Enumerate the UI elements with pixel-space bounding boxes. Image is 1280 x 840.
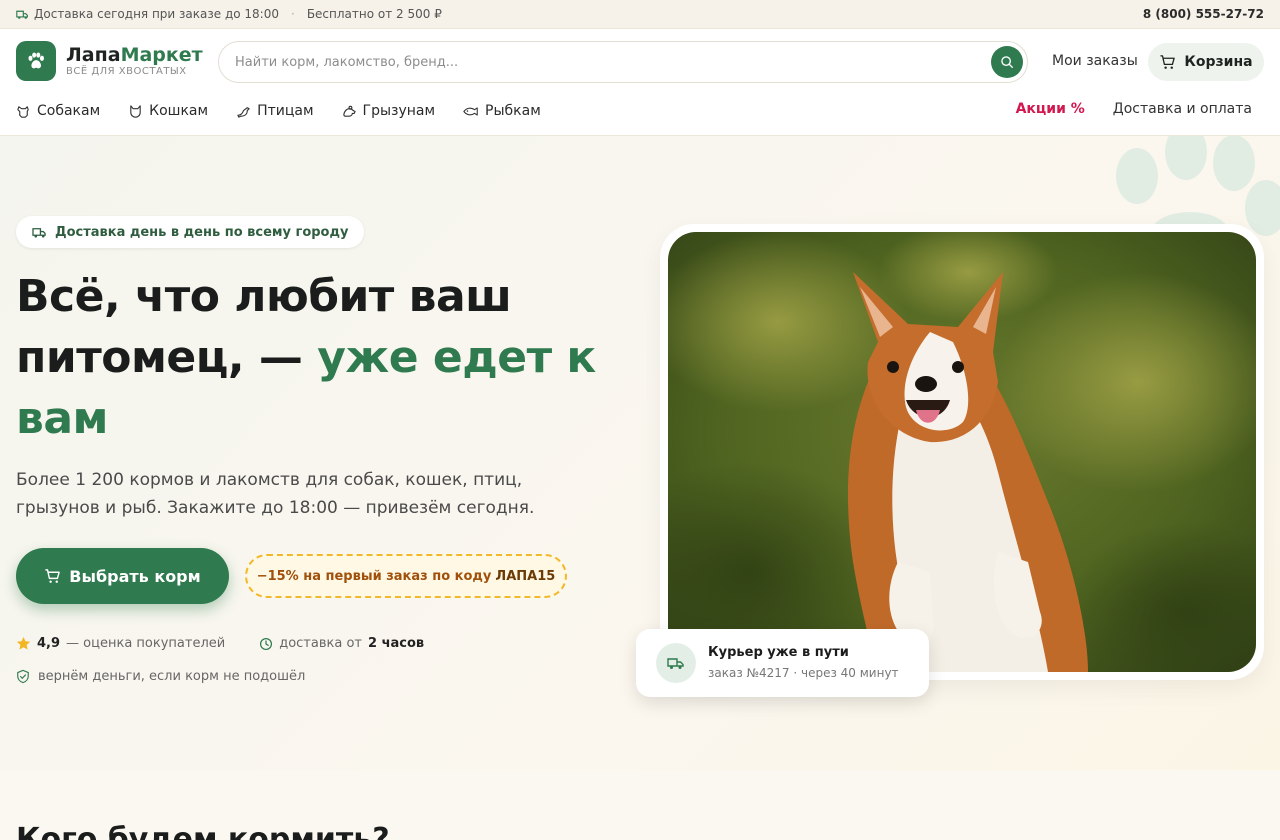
delivery-time: 2 часов (368, 636, 425, 651)
my-orders-link[interactable]: Мои заказы (1052, 53, 1138, 69)
header: ЛапаМаркет ВСЁ ДЛЯ ХВОСТАТЫХ Мои заказы … (0, 29, 1280, 136)
category-nav: Собакам Кошкам Птицам Грызунам Рыбкам (16, 101, 569, 121)
star-icon (16, 636, 31, 650)
fish-icon (463, 106, 478, 116)
rating-and-delivery: 4,9 — оценка покупателей доставка от 2 ч… (16, 636, 430, 651)
search-bar (218, 41, 1028, 83)
section-title: Кого будем кормить? (16, 822, 390, 840)
brand-name: ЛапаМаркет (66, 44, 203, 66)
courier-title: Курьер уже в пути (708, 645, 849, 660)
nav-right: Акции % Доставка и оплата (1016, 101, 1252, 117)
truck-icon (16, 10, 28, 19)
cart-button[interactable]: Корзина (1148, 43, 1264, 81)
hero-photo-frame (660, 224, 1264, 680)
cart-icon (45, 568, 61, 583)
nav-item-dogs[interactable]: Собакам (16, 103, 100, 119)
choose-food-button[interactable]: Выбрать корм (16, 548, 229, 604)
promo-code: ЛАПА15 (495, 568, 556, 584)
cat-icon (130, 104, 141, 118)
nav-item-fish[interactable]: Рыбкам (463, 103, 541, 119)
hero-section: Доставка день в день по всему городу Всё… (0, 136, 1280, 770)
rating-value: 4,9 (37, 636, 61, 651)
rodent-icon (342, 105, 356, 117)
clock-icon (260, 637, 273, 650)
cart-label: Корзина (1184, 54, 1253, 70)
same-day-delivery-pill: Доставка день в день по всему городу (16, 216, 365, 248)
paw-icon (16, 41, 56, 81)
delivery-prefix: доставка от (279, 636, 362, 651)
nav-item-rodents[interactable]: Грызунам (342, 103, 435, 119)
free-delivery-note: Бесплатно от 2 500 ₽ (306, 7, 442, 21)
shield-check-icon (17, 669, 29, 684)
nav-item-birds[interactable]: Птицам (236, 103, 314, 119)
promo-code-badge[interactable]: −15% на первый заказ по коду ЛАПА15 (245, 554, 567, 598)
rating-text: — оценка покупателей (66, 636, 226, 651)
bird-icon (237, 106, 250, 118)
phone-link[interactable]: 8 (800) 555-27-72 (1143, 7, 1264, 21)
dog-icon (17, 105, 29, 118)
corgi-photo (668, 232, 1256, 672)
courier-truck-icon (656, 643, 696, 683)
separator: · (290, 7, 295, 21)
hero-title: Всё, что любит ваш питомец, — уже едет к… (16, 271, 596, 444)
search-button[interactable] (991, 46, 1023, 78)
delivery-note: Доставка сегодня при заказе до 18:00 (16, 7, 279, 21)
money-back-guarantee: вернём деньги, если корм не подошёл (16, 669, 305, 684)
delivery-payment-link[interactable]: Доставка и оплата (1113, 101, 1252, 117)
courier-subtitle: заказ №4217 · через 40 минут (708, 666, 899, 680)
hero-subtitle: Более 1 200 кормов и лакомств для собак,… (16, 470, 535, 518)
search-input[interactable] (235, 54, 975, 70)
dog-photo-illustration (668, 232, 1256, 672)
delivery-note-text: Доставка сегодня при заказе до 18:00 (34, 7, 279, 21)
truck-icon (32, 227, 46, 238)
search-icon (1001, 56, 1013, 68)
cart-icon (1160, 54, 1176, 69)
top-info-bar: Доставка сегодня при заказе до 18:00 · Б… (0, 0, 1280, 29)
logo[interactable]: ЛапаМаркет ВСЁ ДЛЯ ХВОСТАТЫХ (16, 41, 203, 81)
nav-item-cats[interactable]: Кошкам (128, 103, 208, 119)
brand-tagline: ВСЁ ДЛЯ ХВОСТАТЫХ (66, 66, 187, 77)
courier-status-card: Курьер уже в пути заказ №4217 · через 40… (636, 629, 929, 697)
promo-link[interactable]: Акции % (1016, 101, 1085, 117)
